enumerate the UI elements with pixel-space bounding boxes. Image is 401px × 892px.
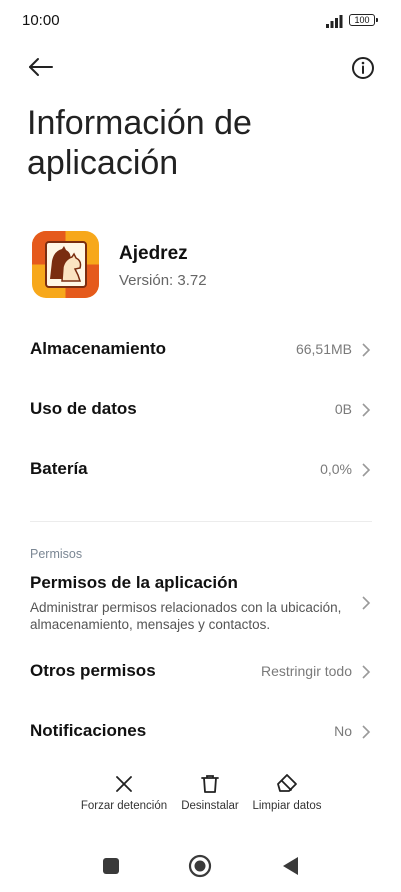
- chevron-right-icon: [362, 596, 371, 610]
- row-label: Uso de datos: [30, 399, 137, 418]
- uninstall-button[interactable]: Desinstalar: [174, 772, 246, 824]
- row-value: No: [334, 723, 352, 739]
- info-button[interactable]: [349, 54, 377, 82]
- action-bar: Forzar detención Desinstalar Limpiar dat…: [70, 772, 340, 824]
- notifications-row[interactable]: Notificaciones No: [30, 710, 372, 754]
- action-label: Forzar detención: [80, 800, 168, 812]
- force-stop-button[interactable]: Forzar detención: [78, 772, 170, 824]
- signal-bars-icon: [326, 15, 343, 28]
- status-bar: 10:00 100: [0, 0, 401, 42]
- row-label: Notificaciones: [30, 721, 147, 740]
- chevron-right-icon: [362, 463, 371, 477]
- chevron-right-icon: [362, 343, 371, 357]
- home-button[interactable]: [187, 853, 213, 879]
- divider: [30, 521, 372, 522]
- battery-icon: 100: [349, 14, 378, 26]
- navigation-bar: [0, 845, 401, 885]
- row-label: Otros permisos: [30, 661, 156, 680]
- row-label: Batería: [30, 459, 88, 478]
- app-permissions-title: Permisos de la aplicación: [30, 573, 238, 592]
- row-value: Restringir todo: [260, 663, 352, 679]
- other-permissions-row[interactable]: Otros permisos Restringir todo: [30, 650, 372, 694]
- action-label: Limpiar datos: [252, 800, 322, 812]
- trash-icon: [201, 775, 219, 793]
- chevron-right-icon: [362, 725, 371, 739]
- app-version: Versión: 3.72: [119, 272, 207, 289]
- storage-row[interactable]: Almacenamiento 66,51MB: [30, 328, 372, 372]
- status-time: 10:00: [22, 12, 60, 29]
- chevron-right-icon: [362, 403, 371, 417]
- back-button[interactable]: [26, 52, 56, 82]
- page-title: Información de aplicación: [27, 104, 252, 182]
- close-x-icon: [116, 776, 132, 792]
- row-value: 0,0%: [320, 461, 352, 477]
- row-value: 66,51MB: [295, 341, 352, 357]
- section-label-permissions: Permisos: [30, 547, 83, 561]
- app-permissions-description: Administrar permisos relacionados con la…: [30, 600, 342, 632]
- square-recents-icon: [103, 858, 119, 874]
- triangle-back-icon: [283, 857, 298, 875]
- clear-data-button[interactable]: Limpiar datos: [248, 772, 326, 824]
- app-header: Ajedrez Versión: 3.72: [32, 231, 372, 301]
- battery-level: 100: [354, 15, 370, 25]
- action-label: Desinstalar: [181, 800, 239, 812]
- app-name: Ajedrez: [119, 243, 188, 264]
- eraser-icon: [277, 774, 297, 792]
- row-value: 0B: [334, 401, 352, 417]
- data-usage-row[interactable]: Uso de datos 0B: [30, 388, 372, 432]
- recents-button[interactable]: [98, 853, 124, 879]
- arrow-left-icon: [29, 58, 53, 76]
- battery-row[interactable]: Batería 0,0%: [30, 448, 372, 492]
- circle-home-icon: [188, 854, 212, 878]
- info-circle-icon: [352, 57, 374, 79]
- chess-knight-app-icon: [32, 231, 99, 298]
- nav-back-button[interactable]: [278, 853, 304, 879]
- chevron-right-icon: [362, 665, 371, 679]
- row-label: Almacenamiento: [30, 339, 167, 358]
- app-permissions-row[interactable]: Permisos de la aplicación Administrar pe…: [30, 573, 372, 635]
